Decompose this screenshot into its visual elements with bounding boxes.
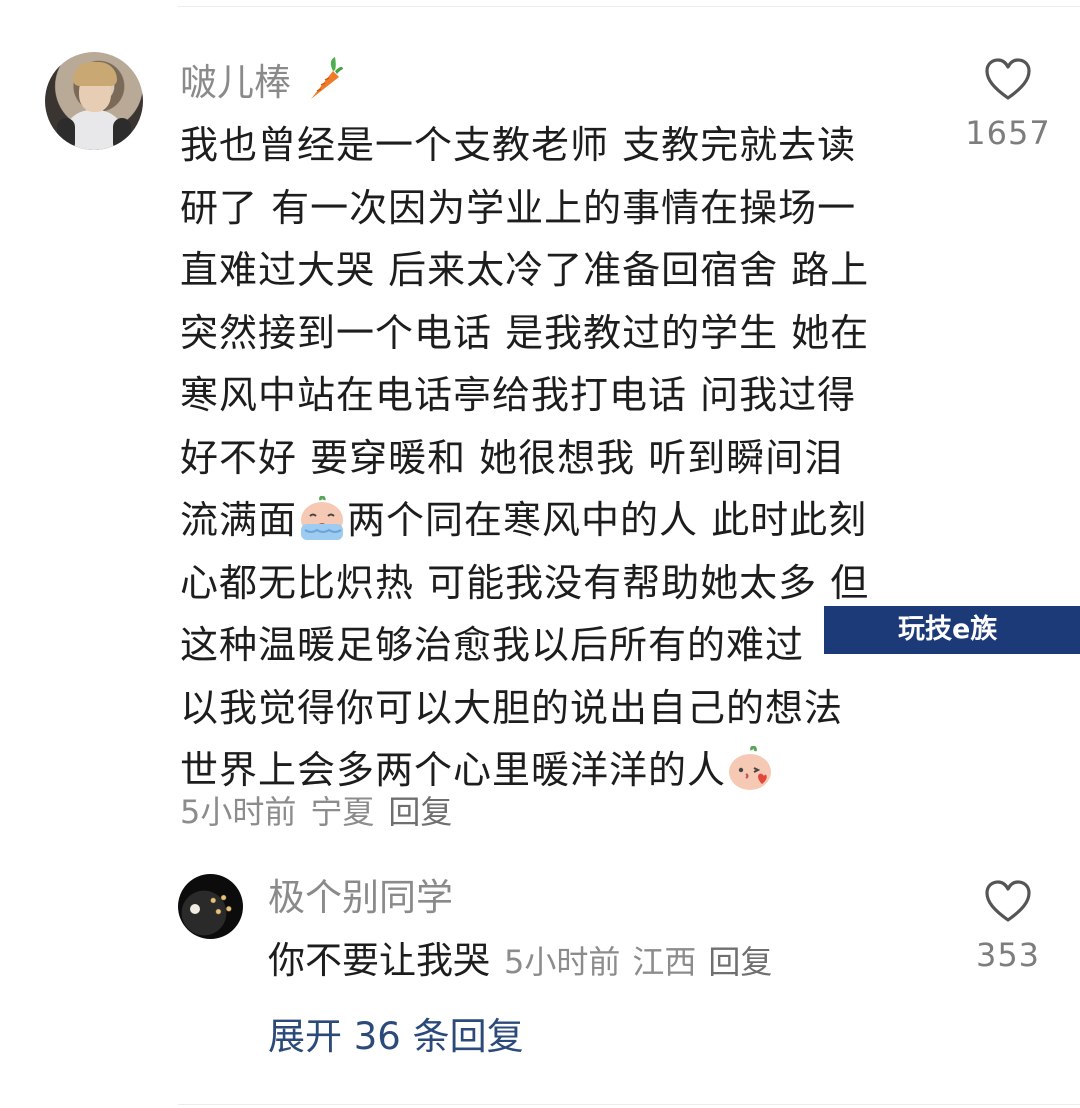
reply-username[interactable]: 极个别同学 [268,876,453,920]
reply-location: 江西 [632,943,697,981]
comment-time: 5小时前 [180,793,297,831]
top-divider [178,6,1080,7]
bottom-divider [178,1104,1080,1105]
reply-like-button[interactable]: 353 [963,880,1053,974]
comment-line: 流满面 两个同在寒风中的人 此时此刻 [180,495,868,542]
comment-meta: 5小时前 宁夏 回复 [180,792,452,832]
comment-line: 好不好 要穿暖和 她很想我 听到瞬间泪 [180,435,844,480]
comment-text: 我也曾经是一个支教老师 支教完就去读 研了 有一次因为学业上的事情在操场一 直难… [180,114,925,802]
reply-button[interactable]: 回复 [388,793,452,831]
reply-meta: 5小时前 江西 回复 [504,943,784,981]
like-button[interactable]: 1657 [963,58,1053,152]
comment-line: 这种温暖足够治愈我以后所有的难过 [180,623,805,667]
expand-replies-link[interactable]: 展开 36 条回复 [268,1012,524,1062]
heart-outline-icon [985,58,1031,100]
comment-line: 直难过大哭 后来太冷了准备回宿舍 路上 [180,248,870,292]
comment-line: 以我觉得你可以大胆的说出自己的想法 [180,685,844,730]
heart-outline-icon [985,880,1031,922]
blowing-kiss-emoji-icon [726,745,776,792]
comment-line: 寒风中站在电话亭给我打电话 问我过得 [180,373,857,417]
comment-line: 研了 有一次因为学业上的事情在操场一 [180,185,857,230]
watermark: 玩技e族 [824,606,1080,654]
comment-line: 我也曾经是一个支教老师 支教完就去读 [180,123,857,167]
reply-reply-button[interactable]: 回复 [708,943,772,981]
comment-line: 心都无比炽热 可能我没有帮助她太多 但 [180,560,870,605]
carrot-icon [310,57,343,99]
reply-time: 5小时前 [504,943,621,981]
comment-username[interactable]: 啵儿棒 [180,55,343,105]
avatar[interactable] [45,52,143,150]
comment-location: 宁夏 [310,793,375,831]
reply-text: 你不要让我哭 [268,939,490,982]
like-count: 1657 [965,114,1051,152]
reply-text-row: 你不要让我哭 5小时前 江西 回复 [268,936,784,987]
crying-emoji-icon [297,495,347,542]
reply-like-count: 353 [975,936,1041,974]
comment-line: 突然接到一个电话 是我教过的学生 她在 [180,310,870,355]
reply-avatar[interactable] [178,874,243,939]
